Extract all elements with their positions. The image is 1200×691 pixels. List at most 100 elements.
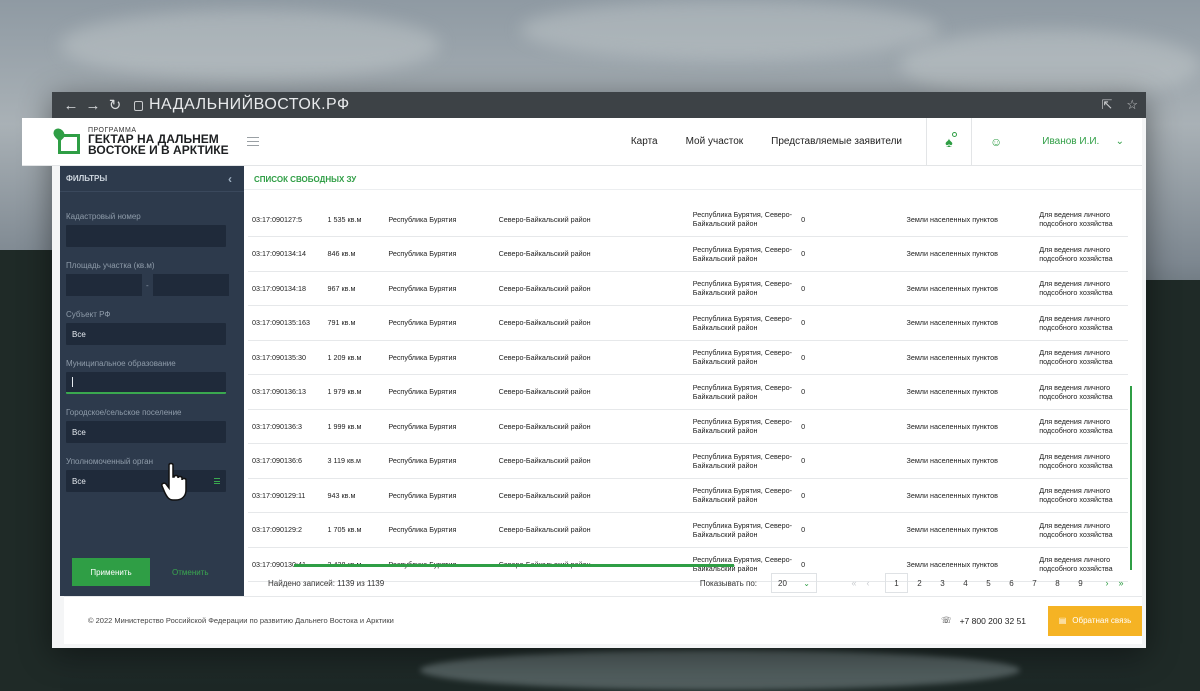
user-menu[interactable]: ☺ Иванов И.И. ⌄ xyxy=(972,135,1142,149)
settlement-label: Городское/сельское поселение xyxy=(66,408,182,417)
plot-district: Северо-Байкальский район xyxy=(498,525,591,535)
nav-item-my-plot[interactable]: Мой участок xyxy=(686,136,744,147)
plot-permitted-use: Для ведения личного подсобного хозяйства xyxy=(1039,279,1113,298)
cancel-button[interactable]: Отменить xyxy=(172,568,209,577)
plot-number: 0 xyxy=(801,249,806,259)
municipal-label: Муниципальное образование xyxy=(66,359,176,368)
plot-location: Республика Бурятия, Северо-Байкальский р… xyxy=(692,417,793,436)
url-field[interactable]: НАДАЛЬНИЙВОСТОК.РФ xyxy=(134,96,350,114)
phone-number: +7 800 200 32 51 xyxy=(959,615,1026,626)
area-from-input[interactable] xyxy=(66,274,142,296)
notifications-bell-icon[interactable]: ♠ xyxy=(926,117,972,166)
plot-number: 0 xyxy=(801,456,806,466)
plot-land-category: Земли населенных пунктов xyxy=(906,318,998,328)
plot-land-category: Земли населенных пунктов xyxy=(906,525,998,535)
plot-subject: Республика Бурятия xyxy=(388,525,457,535)
table-row[interactable]: 03:17:090129:11 943 кв.м Республика Буряти… xyxy=(248,478,1128,513)
table-row[interactable]: 03:17:090136:6 3 119 кв.м Республика Бурят… xyxy=(248,444,1128,478)
plot-district: Северо-Байкальский район xyxy=(498,490,591,500)
collapse-chevron-left-icon[interactable]: ‹ xyxy=(228,172,232,186)
table-row[interactable]: 03:17:090134:14 846 кв.м Республика Буряти… xyxy=(248,237,1128,271)
area-to-input[interactable] xyxy=(152,274,229,296)
plot-district: Северо-Байкальский район xyxy=(498,352,591,362)
page-number-7[interactable]: 7 xyxy=(1023,573,1046,593)
support-phone[interactable]: ☏ +7 800 200 32 51 xyxy=(941,615,1026,626)
plot-location: Республика Бурятия, Северо-Байкальский р… xyxy=(692,382,793,401)
headset-icon: ☏ xyxy=(940,615,952,625)
page-number-9[interactable]: 9 xyxy=(1069,573,1092,593)
page-number-4[interactable]: 4 xyxy=(954,573,977,593)
prev-page-icon[interactable]: ‹ xyxy=(861,578,875,588)
plot-permitted-use: Для ведения личного подсобного хозяйства xyxy=(1039,520,1113,539)
page-number-2[interactable]: 2 xyxy=(908,573,931,593)
list-title: СПИСОК СВОБОДНЫХ ЗУ xyxy=(244,166,1142,190)
plots-table: 03:17:090127:5 1 535 кв.м Республика Бурят… xyxy=(248,202,1128,582)
plot-number: 0 xyxy=(801,214,806,224)
plot-location: Республика Бурятия, Северо-Байкальский р… xyxy=(692,451,793,470)
plot-number: 0 xyxy=(801,387,806,397)
nav-item-map[interactable]: Карта xyxy=(631,136,658,147)
records-found-text: Найдено записей: 1139 из 1139 xyxy=(268,578,385,588)
plot-location: Республика Бурятия, Северо-Байкальский р… xyxy=(692,210,793,228)
apply-button[interactable]: Применить xyxy=(72,558,150,586)
table-footer: Найдено записей: 1139 из 1139 Показывать… xyxy=(244,570,1142,596)
table-row[interactable]: 03:17:090136:13 1 979 кв.м Республика Буря… xyxy=(248,375,1128,409)
page-number-1[interactable]: 1 xyxy=(885,573,908,593)
plot-land-category: Земли населенных пунктов xyxy=(906,352,998,362)
table-row[interactable]: 03:17:090136:3 1 999 кв.м Республика Бурят… xyxy=(248,409,1128,444)
background-lake xyxy=(420,650,1020,690)
reload-icon[interactable]: ↻ xyxy=(104,96,126,114)
site-footer: © 2022 Министерство Российской Федерации… xyxy=(64,596,1142,644)
share-icon[interactable]: ⇱ xyxy=(1101,97,1112,113)
bookmark-star-icon[interactable]: ☆ xyxy=(1126,97,1138,113)
first-page-icon[interactable]: « xyxy=(847,578,861,588)
plot-land-category: Земли населенных пунктов xyxy=(906,387,998,397)
user-name: Иванов И.И. xyxy=(1042,136,1100,147)
subject-select[interactable]: Все xyxy=(66,323,226,345)
nav-item-applicants[interactable]: Представляемые заявители xyxy=(771,136,902,147)
plot-number: 0 xyxy=(801,318,806,328)
table-row[interactable]: 03:17:090135:163 791 кв.м Республика Бурят… xyxy=(248,306,1128,340)
plot-permitted-use: Для ведения личного подсобного хозяйства xyxy=(1039,244,1113,263)
plot-subject: Республика Бурятия xyxy=(388,490,457,500)
next-page-icon[interactable]: › xyxy=(1100,578,1114,588)
horizontal-scrollbar[interactable] xyxy=(294,564,734,567)
main-nav: Карта Мой участок Представляемые заявите… xyxy=(631,136,902,147)
table-row[interactable]: 03:17:090134:18 967 кв.м Республика Буряти… xyxy=(248,271,1128,306)
site-logo[interactable]: ПРОГРАММА ГЕКТАР НА ДАЛЬНЕМ ВОСТОКЕ И В … xyxy=(51,125,229,156)
plot-area: 1 705 кв.м xyxy=(327,525,362,535)
feedback-label: Обратная связь xyxy=(1072,616,1132,625)
plot-permitted-use: Для ведения личного подсобного хозяйства xyxy=(1039,417,1113,436)
authority-label: Уполномоченный орган xyxy=(66,457,154,466)
table-row[interactable]: 03:17:090135:30 1 209 кв.м Республика Буря… xyxy=(248,340,1128,375)
back-icon[interactable]: ← xyxy=(60,97,82,114)
vertical-scrollbar[interactable] xyxy=(1129,386,1132,570)
authority-value: Все xyxy=(72,476,86,486)
plot-land-category: Земли населенных пунктов xyxy=(906,283,998,293)
forward-icon[interactable]: → xyxy=(82,97,104,114)
hamburger-menu-icon[interactable] xyxy=(246,134,259,149)
table-row[interactable]: 03:17:090127:5 1 535 кв.м Республика Бурят… xyxy=(248,202,1128,237)
plot-land-category: Земли населенных пунктов xyxy=(906,249,998,259)
list-menu-icon xyxy=(214,477,220,486)
page-number-6[interactable]: 6 xyxy=(1000,573,1023,593)
plot-permitted-use: Для ведения личного подсобного хозяйства xyxy=(1039,486,1113,505)
per-page-select[interactable]: 20 ⌄ xyxy=(771,573,817,593)
municipal-input[interactable] xyxy=(66,372,226,394)
browser-window: ← → ↻ НАДАЛЬНИЙВОСТОК.РФ ⇱ ☆ ПРОГРАММА Г… xyxy=(22,92,1146,648)
settlement-select[interactable]: Все xyxy=(66,421,226,443)
table-row[interactable]: 03:17:090129:2 1 705 кв.м Республика Бурят… xyxy=(248,513,1128,547)
plot-cadastral-id: 03:17:090135:30 xyxy=(252,352,306,362)
plot-location: Республика Бурятия, Северо-Байкальский р… xyxy=(692,244,793,263)
plot-area: 967 кв.м xyxy=(327,283,356,293)
page-number-8[interactable]: 8 xyxy=(1046,573,1069,593)
last-page-icon[interactable]: » xyxy=(1114,578,1128,588)
page-number-5[interactable]: 5 xyxy=(977,573,1000,593)
feedback-button[interactable]: ▤ Обратная связь xyxy=(1048,605,1142,636)
cadastral-label: Кадастровый номер xyxy=(66,212,141,221)
plot-cadastral-id: 03:17:090129:11 xyxy=(252,490,306,500)
cadastral-number-input[interactable] xyxy=(66,225,226,247)
plot-cadastral-id: 03:17:090129:2 xyxy=(252,525,302,535)
page-number-3[interactable]: 3 xyxy=(931,573,954,593)
authority-select[interactable]: Все xyxy=(66,470,226,492)
